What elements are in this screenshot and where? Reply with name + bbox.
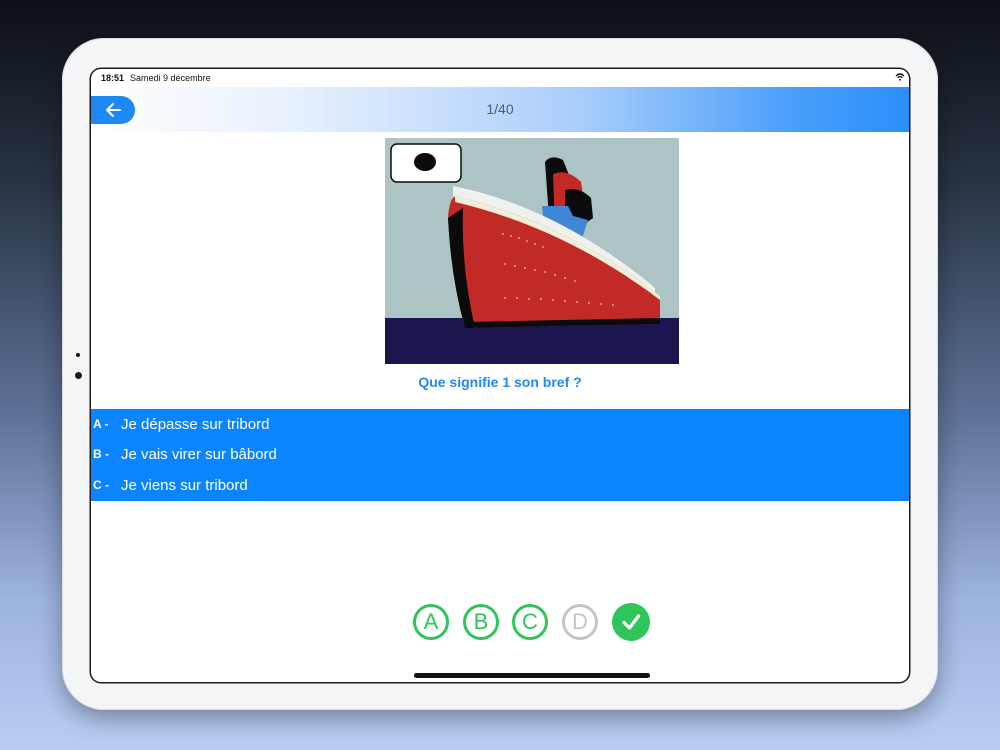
answer-text: Je viens sur tribord <box>121 476 248 494</box>
answer-text: Je dépasse sur tribord <box>121 415 270 433</box>
arrow-left-icon <box>106 103 121 117</box>
side-button <box>75 372 82 379</box>
status-bar: 18:51 Samedi 9 décembre <box>91 69 909 87</box>
choice-a-button[interactable]: A <box>413 604 449 640</box>
status-time: 18:51 <box>101 73 125 83</box>
app-screen: 18:51 Samedi 9 décembre 1/40 Que signifi… <box>91 69 909 682</box>
choice-d-button: D <box>562 604 598 640</box>
nav-bar: 1/40 <box>91 87 909 132</box>
answer-a[interactable]: A - Je dépasse sur tribord <box>91 409 909 439</box>
answers-list: A - Je dépasse sur tribord B - Je vais v… <box>91 409 909 501</box>
choice-c-button[interactable]: C <box>512 604 548 640</box>
answer-letter: C - <box>93 478 109 492</box>
question-text: Que signifie 1 son bref ? <box>418 374 582 390</box>
ship-illustration <box>385 138 679 364</box>
answer-b[interactable]: B - Je vais virer sur bâbord <box>91 439 909 469</box>
back-button[interactable] <box>91 96 135 124</box>
home-indicator[interactable] <box>414 673 650 678</box>
status-date: Samedi 9 décembre <box>130 73 211 83</box>
wifi-icon <box>895 73 905 81</box>
checkmark-icon <box>622 614 641 630</box>
answer-letter: A - <box>93 417 109 431</box>
answer-c[interactable]: C - Je viens sur tribord <box>91 470 909 500</box>
question-counter: 1/40 <box>486 101 514 117</box>
choice-b-button[interactable]: B <box>463 604 499 640</box>
side-button-small <box>76 353 80 357</box>
choice-bar: A B C D <box>91 603 909 646</box>
validate-button[interactable] <box>612 603 650 641</box>
answer-letter: B - <box>93 447 109 461</box>
answer-text: Je vais virer sur bâbord <box>121 445 277 463</box>
